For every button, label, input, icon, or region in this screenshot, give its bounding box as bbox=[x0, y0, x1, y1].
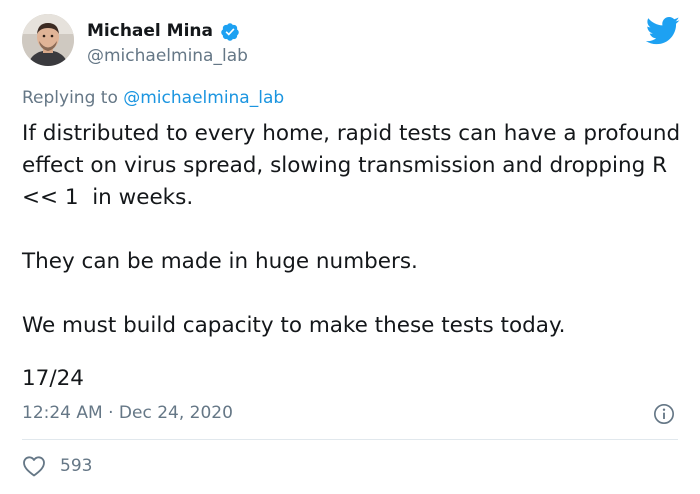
tweet-text: If distributed to every home, rapid test… bbox=[22, 118, 687, 342]
info-icon[interactable] bbox=[653, 403, 675, 425]
replying-to: Replying to @michaelmina_lab bbox=[22, 87, 284, 109]
like-button[interactable]: 593 bbox=[22, 454, 92, 478]
twitter-bird-icon[interactable] bbox=[646, 16, 680, 46]
avatar-photo bbox=[22, 14, 74, 66]
reply-mention-link[interactable]: @michaelmina_lab bbox=[123, 88, 284, 108]
tweet-timestamp[interactable]: 12:24 AM · Dec 24, 2020 bbox=[22, 402, 233, 424]
like-count: 593 bbox=[60, 456, 93, 476]
avatar[interactable] bbox=[22, 14, 74, 66]
tweet-card: Michael Mina @michaelmina_lab Replying t… bbox=[0, 0, 700, 494]
author-handle[interactable]: @michaelmina_lab bbox=[87, 45, 248, 67]
verified-badge-icon bbox=[221, 23, 239, 41]
thread-position: 17/24 bbox=[22, 366, 84, 391]
tweet-paragraph: We must build capacity to make these tes… bbox=[22, 313, 566, 338]
tweet-paragraph: They can be made in huge numbers. bbox=[22, 249, 418, 274]
author-name[interactable]: Michael Mina bbox=[87, 20, 213, 42]
divider bbox=[22, 439, 678, 440]
replying-to-label: Replying to bbox=[22, 88, 124, 108]
heart-icon bbox=[23, 456, 45, 477]
tweet-paragraph: If distributed to every home, rapid test… bbox=[22, 121, 687, 210]
